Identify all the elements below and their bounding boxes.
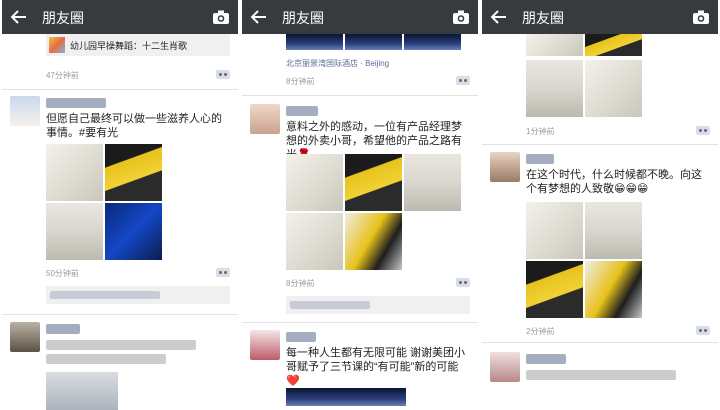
link-card[interactable]: 幼儿园早操舞蹈：十二生肖歌 xyxy=(46,34,230,56)
nav-bar: 朋友圈 xyxy=(482,0,718,34)
divider xyxy=(2,89,238,90)
feed-post: 北京丽景湾国际酒店 · Beijing 8分钟前 xyxy=(242,34,478,96)
post-photo[interactable] xyxy=(105,144,162,201)
user-name[interactable] xyxy=(526,354,566,364)
post-time: 8分钟前 xyxy=(286,279,315,288)
camera-icon[interactable] xyxy=(212,9,230,25)
moments-screen-3: 朋友圈 1分钟前 在这个时代，什么时候都不晚。向这个有梦想的人致敬😁😁😁 2分钟… xyxy=(482,0,718,410)
back-arrow-icon[interactable] xyxy=(10,9,28,25)
back-arrow-icon[interactable] xyxy=(490,9,508,25)
post-photo[interactable] xyxy=(345,34,402,50)
post-photo[interactable] xyxy=(526,34,583,56)
post-photo[interactable] xyxy=(526,60,583,117)
feed[interactable]: 北京丽景湾国际酒店 · Beijing 8分钟前 意料之外的感动，一位有产品经理… xyxy=(242,34,478,410)
user-name[interactable] xyxy=(46,98,106,108)
comment-area[interactable] xyxy=(286,296,470,314)
feed-post: 意料之外的感动，一位有产品经理梦想的外卖小哥，希望他的产品之路有光🌹 8分钟前 xyxy=(242,104,478,314)
user-name[interactable] xyxy=(286,332,316,342)
post-photo[interactable] xyxy=(286,213,343,270)
more-options-icon[interactable] xyxy=(696,126,710,135)
post-text-blurred xyxy=(526,370,676,380)
post-photo[interactable] xyxy=(404,34,461,50)
divider xyxy=(242,322,478,323)
user-name[interactable] xyxy=(46,324,80,334)
post-time: 47分钟前 xyxy=(46,71,79,80)
divider xyxy=(242,95,478,96)
post-text-blurred xyxy=(46,354,166,364)
post-time: 8分钟前 xyxy=(286,77,315,86)
post-photo[interactable] xyxy=(585,261,642,318)
camera-icon[interactable] xyxy=(452,9,470,25)
link-title: 幼儿园早操舞蹈：十二生肖歌 xyxy=(70,41,188,51)
divider xyxy=(2,314,238,315)
comment-text xyxy=(50,291,160,299)
nav-bar: 朋友圈 xyxy=(242,0,478,34)
link-thumbnail xyxy=(49,37,65,53)
more-options-icon[interactable] xyxy=(696,326,710,335)
post-text: 但愿自己最终可以做一些滋养人心的事情。#要有光 xyxy=(46,113,222,139)
more-options-icon[interactable] xyxy=(216,70,230,79)
post-photo[interactable] xyxy=(345,154,402,211)
feed-post: 每一种人生都有无限可能 谢谢美团小哥赋予了三节课的“有可能”新的可能❤️ xyxy=(242,330,478,410)
feed-post xyxy=(2,322,238,410)
post-time: 2分钟前 xyxy=(526,327,555,336)
avatar[interactable] xyxy=(10,322,40,352)
post-text-blurred xyxy=(46,340,196,350)
more-options-icon[interactable] xyxy=(456,76,470,85)
moments-screen-2: 朋友圈 北京丽景湾国际酒店 · Beijing 8分钟前 意料之外的感动，一位有… xyxy=(242,0,478,410)
comment-text xyxy=(290,301,370,309)
comment-area[interactable] xyxy=(46,286,230,304)
more-options-icon[interactable] xyxy=(216,268,230,277)
camera-icon[interactable] xyxy=(692,9,710,25)
feed[interactable]: 1分钟前 在这个时代，什么时候都不晚。向这个有梦想的人致敬😁😁😁 2分钟前 xyxy=(482,34,718,410)
post-photo[interactable] xyxy=(585,60,642,117)
post-text: 在这个时代，什么时候都不晚。向这个有梦想的人致敬😁😁😁 xyxy=(526,169,702,195)
post-photo[interactable] xyxy=(526,261,583,318)
page-title: 朋友圈 xyxy=(42,10,84,26)
post-photo[interactable] xyxy=(46,144,103,201)
divider xyxy=(482,342,718,343)
feed-post: 1分钟前 xyxy=(482,34,718,144)
post-photo[interactable] xyxy=(286,34,343,50)
post-photo[interactable] xyxy=(585,202,642,259)
post-photo[interactable] xyxy=(46,203,103,260)
back-arrow-icon[interactable] xyxy=(250,9,268,25)
post-text: 每一种人生都有无限可能 谢谢美团小哥赋予了三节课的“有可能”新的可能❤️ xyxy=(286,347,466,387)
divider xyxy=(482,144,718,145)
moments-screen-1: 朋友圈 幼儿园早操舞蹈：十二生肖歌 47分钟前 但愿自己最终可以做一些滋养人心的… xyxy=(2,0,238,410)
post-photo[interactable] xyxy=(585,34,642,56)
post-time: 1分钟前 xyxy=(526,127,555,136)
post-photo[interactable] xyxy=(345,213,402,270)
avatar[interactable] xyxy=(10,96,40,126)
feed-post: 在这个时代，什么时候都不晚。向这个有梦想的人致敬😁😁😁 2分钟前 xyxy=(482,152,718,342)
more-options-icon[interactable] xyxy=(456,278,470,287)
user-name[interactable] xyxy=(286,106,318,116)
avatar[interactable] xyxy=(490,152,520,182)
feed-post: 幼儿园早操舞蹈：十二生肖歌 47分钟前 xyxy=(2,34,238,94)
avatar[interactable] xyxy=(250,104,280,134)
feed-post: 但愿自己最终可以做一些滋养人心的事情。#要有光 50分钟前 xyxy=(2,96,238,316)
post-photo[interactable] xyxy=(46,372,118,410)
page-title: 朋友圈 xyxy=(282,10,324,26)
avatar[interactable] xyxy=(250,330,280,360)
post-photo[interactable] xyxy=(286,154,343,211)
post-location[interactable]: 北京丽景湾国际酒店 · Beijing xyxy=(286,58,389,69)
page-title: 朋友圈 xyxy=(522,10,564,26)
nav-bar: 朋友圈 xyxy=(2,0,238,34)
post-photo[interactable] xyxy=(286,388,406,406)
post-photo[interactable] xyxy=(526,202,583,259)
post-time: 50分钟前 xyxy=(46,269,79,278)
user-name[interactable] xyxy=(526,154,554,164)
avatar[interactable] xyxy=(490,352,520,382)
post-photo[interactable] xyxy=(404,154,461,211)
feed-post xyxy=(482,352,718,410)
feed[interactable]: 幼儿园早操舞蹈：十二生肖歌 47分钟前 但愿自己最终可以做一些滋养人心的事情。#… xyxy=(2,34,238,410)
post-photo[interactable] xyxy=(105,203,162,260)
